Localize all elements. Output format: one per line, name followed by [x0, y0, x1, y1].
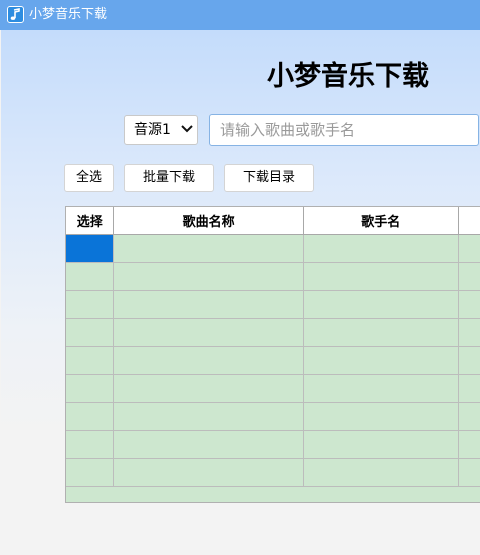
table-cell[interactable] — [113, 234, 304, 263]
chevron-down-icon — [181, 125, 193, 133]
source-select[interactable]: 音源1 — [124, 115, 198, 145]
table-cell[interactable] — [66, 262, 115, 291]
table-cell[interactable] — [458, 234, 480, 263]
table-cell[interactable] — [66, 374, 115, 403]
table-cell[interactable] — [113, 262, 304, 291]
table-cell[interactable] — [458, 346, 480, 375]
table-header-row: 选择 歌曲名称 歌手名 — [66, 207, 480, 235]
title-bar: 小梦音乐下载 — [0, 0, 480, 30]
table-row[interactable] — [66, 458, 480, 487]
table-cell[interactable] — [458, 402, 480, 431]
table-cell[interactable] — [113, 346, 304, 375]
table-cell[interactable] — [303, 458, 459, 487]
table-cell[interactable] — [458, 374, 480, 403]
table-cell[interactable] — [303, 234, 459, 263]
table-cell[interactable] — [113, 290, 304, 319]
table-row[interactable] — [66, 318, 480, 347]
table-cell[interactable] — [458, 430, 480, 459]
table-cell[interactable] — [113, 458, 304, 487]
table-cell[interactable] — [66, 290, 115, 319]
download-directory-button[interactable]: 下载目录 — [224, 164, 314, 192]
song-table[interactable]: 选择 歌曲名称 歌手名 — [65, 206, 480, 503]
table-cell[interactable] — [66, 346, 115, 375]
table-cell[interactable] — [66, 458, 115, 487]
table-cell[interactable] — [113, 402, 304, 431]
page-title: 小梦音乐下载 — [267, 61, 429, 92]
source-select-value: 音源1 — [134, 122, 171, 138]
table-cell[interactable] — [458, 458, 480, 487]
table-cell[interactable] — [113, 430, 304, 459]
table-cell[interactable] — [66, 402, 115, 431]
table-cell[interactable] — [303, 402, 459, 431]
table-cell[interactable] — [303, 290, 459, 319]
music-note-icon — [7, 6, 24, 23]
table-row[interactable] — [66, 346, 480, 375]
window-title: 小梦音乐下载 — [29, 7, 108, 22]
select-all-button[interactable]: 全选 — [64, 164, 114, 192]
table-cell[interactable] — [66, 430, 115, 459]
table-cell[interactable] — [303, 374, 459, 403]
table-cell[interactable] — [303, 262, 459, 291]
column-header-extra[interactable] — [458, 207, 480, 235]
table-cell[interactable] — [113, 374, 304, 403]
batch-download-button[interactable]: 批量下载 — [124, 164, 214, 192]
table-cell[interactable] — [303, 318, 459, 347]
table-cell[interactable] — [113, 318, 304, 347]
table-cell[interactable] — [66, 234, 115, 263]
table-cell[interactable] — [458, 262, 480, 291]
column-header-singer[interactable]: 歌手名 — [303, 207, 459, 235]
column-header-select[interactable]: 选择 — [66, 207, 115, 235]
table-row[interactable] — [66, 262, 480, 291]
table-row[interactable] — [66, 234, 480, 263]
table-row[interactable] — [66, 402, 480, 431]
column-header-song-name[interactable]: 歌曲名称 — [113, 207, 304, 235]
search-input[interactable] — [209, 114, 479, 146]
table-cell[interactable] — [303, 346, 459, 375]
table-row[interactable] — [66, 430, 480, 459]
table-cell[interactable] — [303, 430, 459, 459]
table-cell[interactable] — [66, 318, 115, 347]
table-cell[interactable] — [458, 318, 480, 347]
table-row[interactable] — [66, 290, 480, 319]
table-row[interactable] — [66, 374, 480, 403]
table-cell[interactable] — [458, 290, 480, 319]
